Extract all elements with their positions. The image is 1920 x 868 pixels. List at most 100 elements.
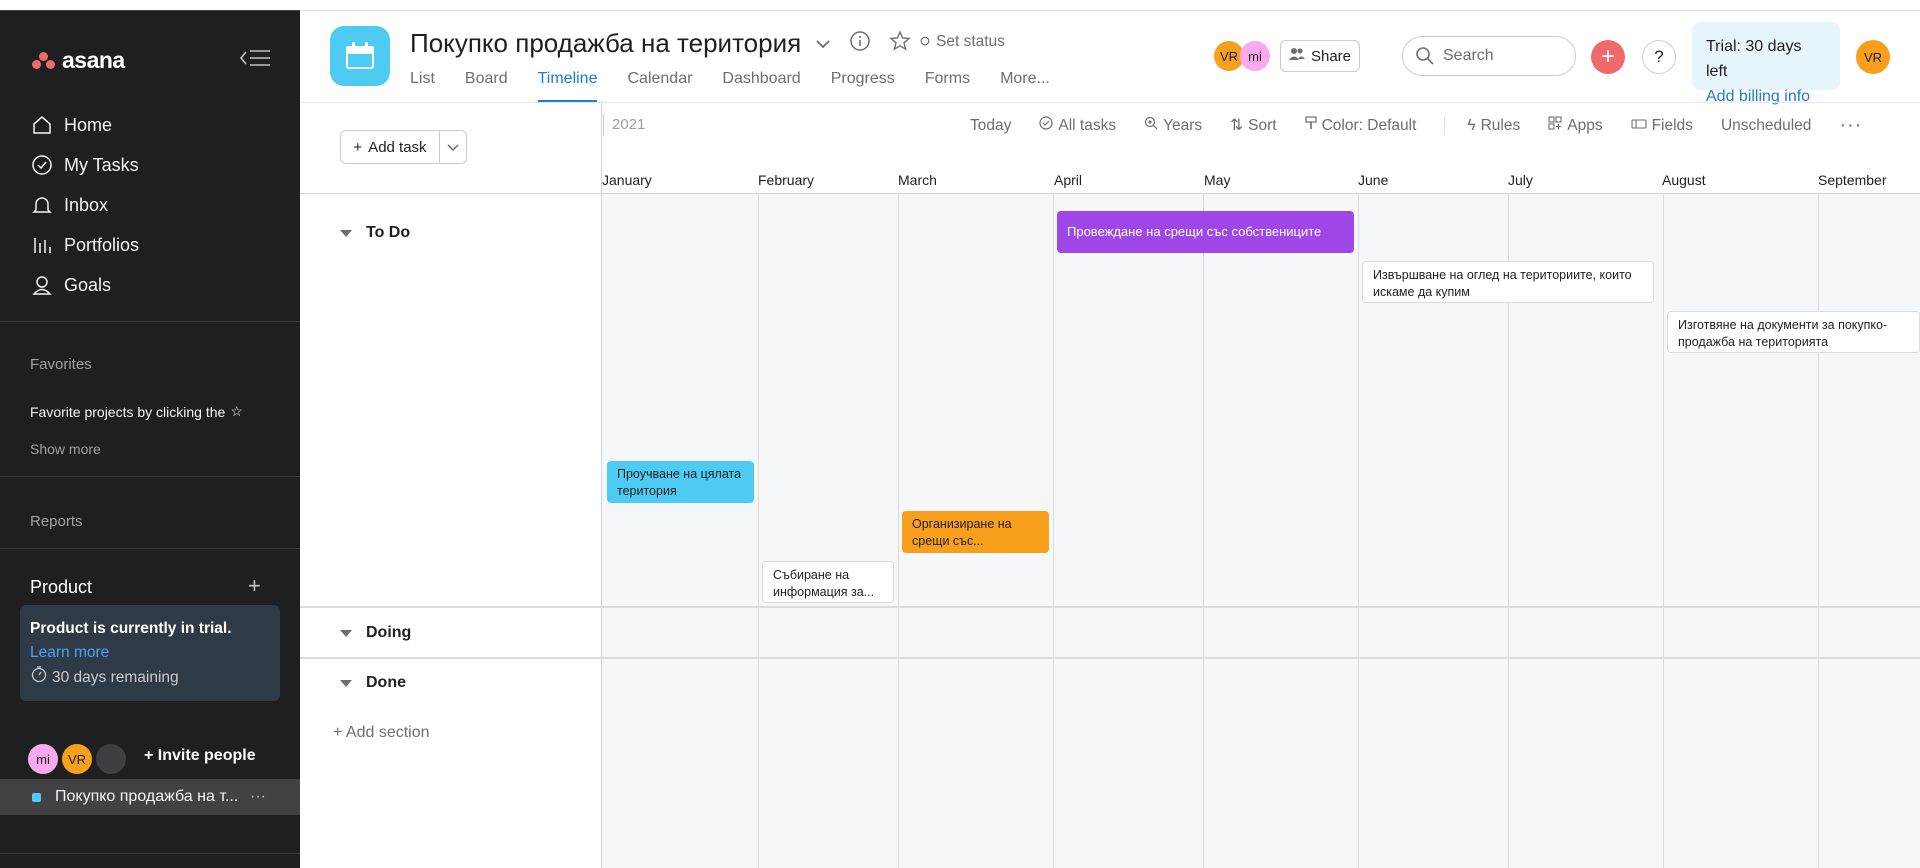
color-button[interactable]: Color: Default <box>1305 116 1416 135</box>
sidebar-project-item[interactable]: Покупко продажба на т... ··· <box>0 779 300 815</box>
favorites-hint: Favorite projects by clicking the ☆ <box>30 403 243 420</box>
nav-my-tasks[interactable]: My Tasks <box>0 145 300 185</box>
check-circle-icon <box>30 153 54 177</box>
apps-grid-icon <box>1548 116 1562 135</box>
add-task-button-group: + Add task <box>340 130 467 164</box>
more-options-icon[interactable]: ··· <box>250 788 266 806</box>
learn-more-link[interactable]: Learn more <box>30 644 109 661</box>
sidebar-divider <box>0 321 300 322</box>
tab-progress[interactable]: Progress <box>831 70 895 102</box>
team-name[interactable]: Product <box>30 577 92 598</box>
search-input[interactable]: Search <box>1402 36 1576 76</box>
tab-forms[interactable]: Forms <box>925 70 970 102</box>
zoom-years-button[interactable]: Years <box>1144 116 1202 135</box>
task-bar[interactable]: Организиране на срещи със... <box>902 511 1049 553</box>
trial-remaining-text: 30 days remaining <box>52 669 179 686</box>
plus-icon: + <box>144 747 158 764</box>
star-icon[interactable] <box>889 30 911 57</box>
add-project-plus-icon[interactable]: + <box>248 573 261 599</box>
month-gridline <box>1053 194 1054 868</box>
collapse-triangle-icon[interactable] <box>340 229 352 237</box>
check-circle-icon <box>1039 116 1053 135</box>
zoom-icon <box>1144 116 1158 135</box>
apps-button[interactable]: Apps <box>1548 116 1603 135</box>
all-tasks-label: All tasks <box>1058 116 1117 134</box>
year-label: 2021 <box>612 116 646 133</box>
collapse-sidebar-icon[interactable] <box>238 47 272 71</box>
tab-timeline[interactable]: Timeline <box>537 70 598 102</box>
avatar[interactable]: mi <box>1240 41 1270 71</box>
section-doing[interactable]: Doing <box>340 624 411 642</box>
stopwatch-icon <box>30 665 48 691</box>
add-task-button[interactable]: + Add task <box>341 131 440 163</box>
star-icon: ☆ <box>230 403 243 419</box>
trial-banner: Trial: 30 days left Add billing info <box>1692 22 1840 105</box>
sidebar-divider <box>0 548 300 549</box>
nav-portfolios[interactable]: Portfolios <box>0 225 300 265</box>
section-to-do[interactable]: To Do <box>340 224 410 242</box>
chevron-down-icon[interactable] <box>815 33 831 54</box>
share-button[interactable]: Share <box>1280 40 1360 72</box>
add-task-dropdown[interactable] <box>440 131 466 163</box>
set-status-label: Set status <box>936 33 1005 50</box>
home-icon <box>30 113 54 137</box>
paint-brush-icon <box>1305 116 1317 135</box>
user-avatar[interactable]: VR <box>1856 40 1890 74</box>
bar-chart-icon <box>30 233 54 257</box>
timeline-grid[interactable] <box>602 194 1920 868</box>
avatar[interactable]: VR <box>62 744 92 774</box>
trial-remaining: 30 days remaining <box>30 665 270 691</box>
show-more-link[interactable]: Show more <box>30 441 101 457</box>
more-options-icon[interactable]: ··· <box>1839 114 1862 137</box>
task-bar[interactable]: Проучване на цялата територия <box>607 461 754 503</box>
reports-link[interactable]: Reports <box>30 513 83 530</box>
task-bar[interactable]: Извършване на оглед на териториите, коит… <box>1362 261 1654 303</box>
tab-board[interactable]: Board <box>465 70 508 102</box>
nav-inbox[interactable]: Inbox <box>0 185 300 225</box>
section-doing-label: Doing <box>366 624 412 641</box>
tab-calendar[interactable]: Calendar <box>627 70 692 102</box>
year-divider <box>603 114 604 136</box>
title-actions <box>815 30 911 57</box>
nav-goals[interactable]: Goals <box>0 265 300 305</box>
fields-button[interactable]: Fields <box>1631 117 1693 135</box>
tab-dashboard[interactable]: Dashboard <box>722 70 800 102</box>
nav-portfolios-label: Portfolios <box>64 234 140 255</box>
add-billing-link[interactable]: Add billing info <box>1706 84 1826 109</box>
task-bar[interactable]: Провеждане на срещи със собствениците <box>1057 211 1354 253</box>
tab-list[interactable]: List <box>410 70 435 102</box>
avatar[interactable] <box>96 744 126 774</box>
nav-home[interactable]: Home <box>0 105 300 145</box>
quick-add-button[interactable]: + <box>1591 40 1625 74</box>
task-bar[interactable]: Събиране на информация за... <box>762 561 894 603</box>
month-label: May <box>1204 172 1231 188</box>
tab-more[interactable]: More... <box>1000 70 1050 102</box>
rules-button[interactable]: ϟ Rules <box>1467 117 1520 135</box>
sort-button[interactable]: ⇅ Sort <box>1230 116 1276 135</box>
help-button[interactable]: ? <box>1642 40 1676 74</box>
info-icon[interactable] <box>849 30 871 57</box>
search-icon <box>1415 46 1435 71</box>
collapse-triangle-icon[interactable] <box>340 629 352 637</box>
month-gridline <box>1663 194 1664 868</box>
today-button[interactable]: Today <box>970 117 1011 135</box>
unscheduled-button[interactable]: Unscheduled <box>1721 117 1811 135</box>
add-task-label: Add task <box>368 138 427 156</box>
add-section-button[interactable]: + Add section <box>333 724 430 742</box>
avatar[interactable]: mi <box>28 744 58 774</box>
asana-logo-icon <box>32 51 56 70</box>
calendar-icon[interactable] <box>330 26 390 86</box>
collapse-triangle-icon[interactable] <box>340 679 352 687</box>
timeline-toolbar: Today All tasks Years ⇅ Sort Color: Defa… <box>970 114 1890 137</box>
header-border <box>300 102 1920 103</box>
section-done[interactable]: Done <box>340 674 406 692</box>
project-title[interactable]: Покупко продажба на територия <box>410 28 801 59</box>
invite-people-button[interactable]: + Invite people <box>144 747 256 765</box>
sort-icon: ⇅ <box>1230 117 1244 134</box>
today-label: Today <box>970 116 1012 134</box>
task-bar[interactable]: Изготвяне на документи за покупко-продаж… <box>1667 311 1920 353</box>
all-tasks-filter[interactable]: All tasks <box>1039 116 1116 135</box>
set-status-button[interactable]: Set status <box>920 33 1005 51</box>
share-label: Share <box>1310 47 1352 65</box>
asana-logo[interactable]: asana <box>32 47 125 74</box>
